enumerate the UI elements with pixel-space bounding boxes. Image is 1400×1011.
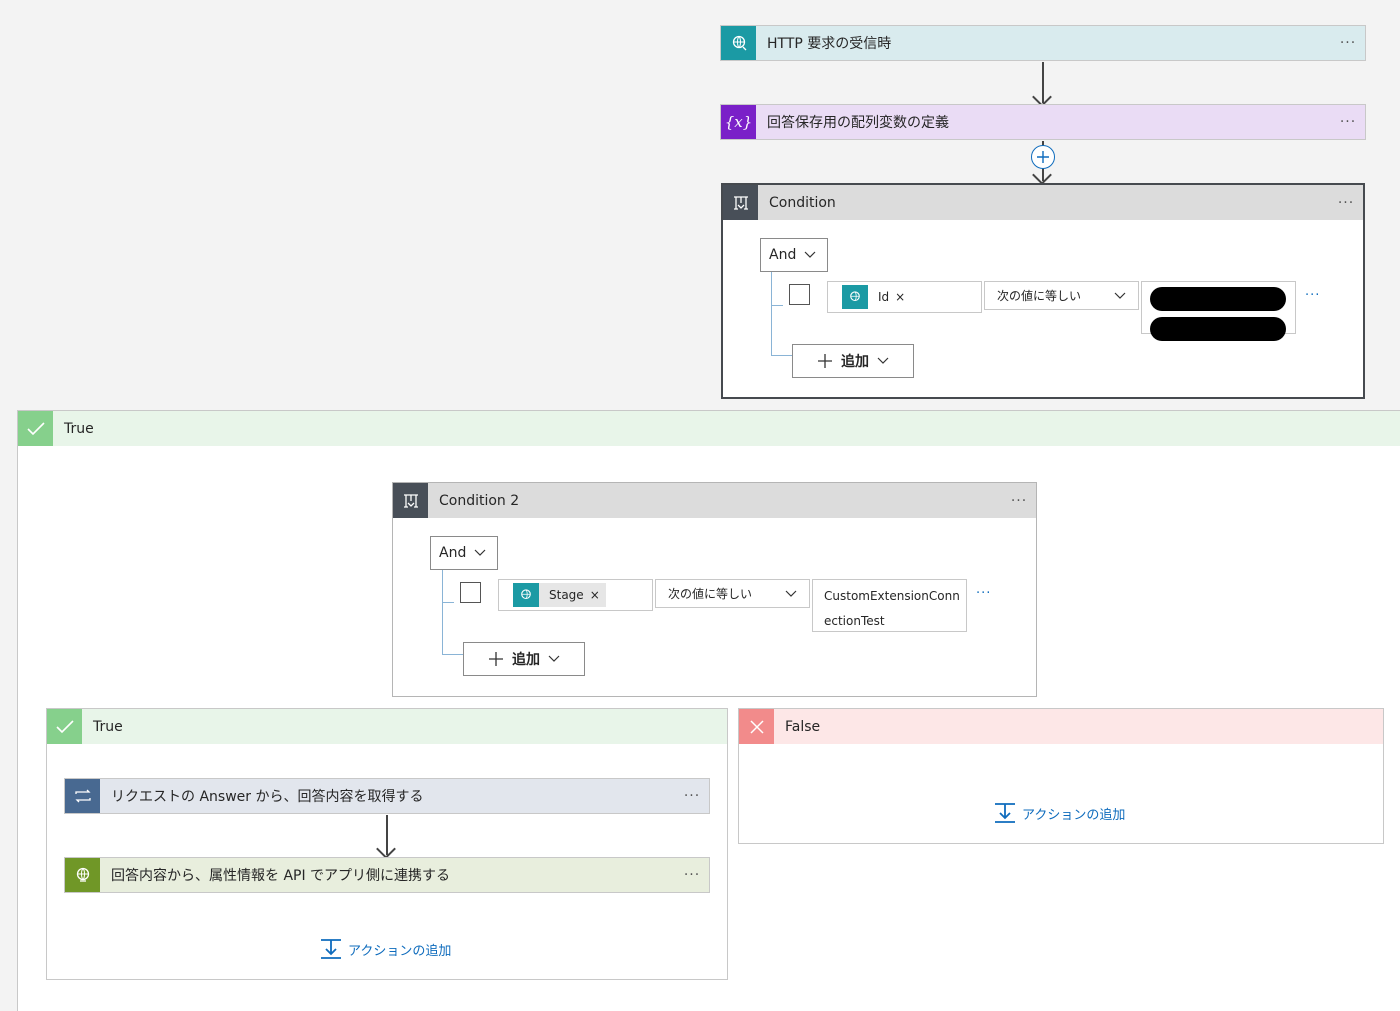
- row-more-button[interactable]: ···: [976, 586, 991, 601]
- http-globe-icon: [513, 583, 539, 607]
- false-branch-label: False: [785, 718, 821, 735]
- condition-title: Condition: [769, 194, 836, 211]
- and-dropdown[interactable]: And: [760, 238, 828, 272]
- and-label: And: [439, 545, 467, 561]
- add-action-icon: [995, 803, 1015, 823]
- trigger-title: HTTP 要求の受信時: [767, 36, 892, 52]
- true-branch-header[interactable]: True: [18, 411, 1400, 446]
- plus-icon: [1037, 151, 1049, 163]
- add-action-icon: [321, 939, 341, 959]
- apply-to-each-more-button[interactable]: ···: [675, 788, 709, 804]
- plus-icon: [489, 652, 503, 666]
- tree-line: [442, 654, 463, 655]
- tree-line: [442, 602, 454, 603]
- add-action-label: アクションの追加: [1022, 807, 1126, 823]
- chevron-down-icon: [877, 357, 889, 364]
- row-checkbox[interactable]: [460, 582, 481, 603]
- condition-more-button[interactable]: ···: [1329, 195, 1363, 211]
- close-icon: [739, 709, 774, 744]
- flow-arrow: [386, 815, 388, 855]
- dynamic-token[interactable]: Stage ×: [513, 583, 606, 607]
- operator-dropdown[interactable]: 次の値に等しい: [984, 281, 1139, 310]
- operator-dropdown[interactable]: 次の値に等しい: [655, 579, 810, 608]
- condition-2-title: Condition 2: [439, 492, 520, 509]
- add-action-label: アクションの追加: [348, 943, 452, 959]
- token-remove-icon[interactable]: ×: [895, 290, 911, 304]
- variable-icon: {x}: [721, 105, 756, 139]
- tree-line: [442, 570, 443, 655]
- condition-icon: [393, 483, 428, 518]
- condition-header[interactable]: Condition ···: [723, 185, 1363, 220]
- chevron-down-icon: [1114, 292, 1126, 299]
- true-branch-inner-label: True: [93, 718, 123, 735]
- dynamic-token[interactable]: Id ×: [842, 285, 912, 309]
- variable-more-button[interactable]: ···: [1331, 114, 1365, 130]
- value-line-1: CustomExtensionConn: [824, 589, 960, 603]
- add-action-button[interactable]: アクションの追加: [994, 802, 1125, 824]
- insert-step-button[interactable]: [1031, 145, 1055, 169]
- operator-label: 次の値に等しい: [997, 289, 1082, 303]
- plus-icon: [818, 354, 832, 368]
- variable-title: 回答保存用の配列変数の定義: [767, 115, 949, 131]
- condition-left-operand[interactable]: Id ×: [827, 281, 982, 313]
- trigger-more-button[interactable]: ···: [1331, 35, 1365, 51]
- http-action-card[interactable]: 回答内容から、属性情報を API でアプリ側に連携する ···: [64, 857, 710, 893]
- token-label: Id: [878, 290, 890, 304]
- add-row-button[interactable]: 追加: [463, 642, 585, 676]
- and-label: And: [769, 247, 797, 263]
- http-globe-icon: [65, 858, 100, 892]
- chevron-down-icon: [474, 549, 486, 556]
- redacted-block: [1150, 287, 1286, 311]
- condition-2-header[interactable]: Condition 2 ···: [393, 483, 1036, 518]
- row-more-button[interactable]: ···: [1305, 288, 1320, 303]
- define-variable-card[interactable]: {x} 回答保存用の配列変数の定義 ···: [720, 104, 1366, 140]
- check-icon: [18, 411, 53, 446]
- http-action-more-button[interactable]: ···: [675, 867, 709, 883]
- operator-label: 次の値に等しい: [668, 587, 753, 601]
- add-label: 追加: [841, 354, 869, 370]
- chevron-down-icon: [804, 251, 816, 258]
- apply-to-each-card[interactable]: リクエストの Answer から、回答内容を取得する ···: [64, 778, 710, 814]
- add-row-button[interactable]: 追加: [792, 344, 914, 378]
- tree-line: [771, 355, 792, 356]
- apply-to-each-title: リクエストの Answer から、回答内容を取得する: [111, 789, 424, 805]
- value-line-2: ectionTest: [824, 614, 885, 628]
- http-globe-icon: [721, 26, 756, 60]
- and-dropdown[interactable]: And: [430, 536, 498, 570]
- row-checkbox[interactable]: [789, 284, 810, 305]
- flow-arrow: [1042, 62, 1044, 103]
- tree-line: [771, 305, 783, 306]
- token-label: Stage: [549, 588, 584, 602]
- chevron-down-icon: [548, 655, 560, 662]
- false-branch-header[interactable]: False: [739, 709, 1383, 744]
- token-remove-icon[interactable]: ×: [590, 588, 606, 602]
- true-branch-label: True: [64, 420, 94, 437]
- condition-2-more-button[interactable]: ···: [1002, 493, 1036, 509]
- add-label: 追加: [512, 652, 540, 668]
- check-icon: [47, 709, 82, 744]
- tree-line: [771, 272, 772, 356]
- true-branch-inner-header[interactable]: True: [47, 709, 727, 744]
- http-globe-icon: [842, 285, 868, 309]
- http-trigger-card[interactable]: HTTP 要求の受信時 ···: [720, 25, 1366, 61]
- condition-2-right-operand[interactable]: CustomExtensionConn ectionTest: [812, 579, 967, 632]
- chevron-down-icon: [785, 590, 797, 597]
- loop-icon: [65, 779, 100, 813]
- http-action-title: 回答内容から、属性情報を API でアプリ側に連携する: [111, 868, 451, 884]
- add-action-button[interactable]: アクションの追加: [320, 938, 451, 960]
- condition-2-left-operand[interactable]: Stage ×: [498, 579, 653, 611]
- redacted-block: [1150, 317, 1286, 341]
- condition-icon: [723, 185, 758, 220]
- condition-right-operand[interactable]: [1141, 281, 1296, 341]
